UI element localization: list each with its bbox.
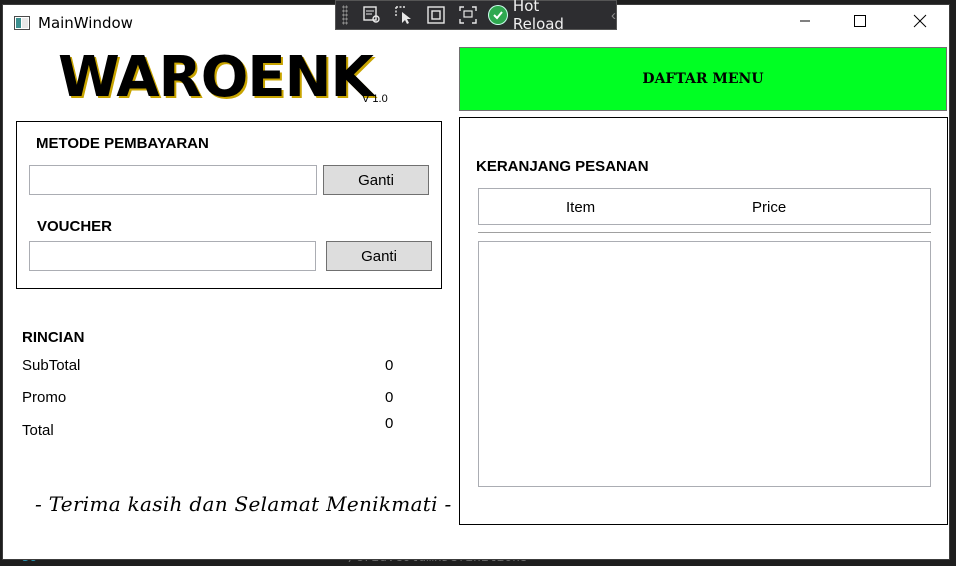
collapse-toolbar-icon[interactable]: ‹ (611, 7, 616, 24)
payment-method-input[interactable] (29, 165, 317, 195)
total-value: 0 (385, 415, 394, 432)
track-focus-icon[interactable] (452, 3, 484, 27)
subtotal-value: 0 (385, 357, 394, 374)
rincian-title: RINCIAN (22, 329, 85, 346)
pointer-select-icon[interactable] (388, 3, 420, 27)
cart-divider (478, 232, 931, 233)
change-payment-button[interactable]: Ganti (323, 165, 429, 195)
display-layout-adorners-icon[interactable] (420, 3, 452, 27)
cart-column-item[interactable]: Item (566, 199, 595, 216)
change-voucher-button[interactable]: Ganti (326, 241, 432, 271)
hot-reload-toolbar: Hot Reload ‹ (335, 0, 617, 33)
version-label: V 1.0 (362, 93, 388, 105)
close-button[interactable] (897, 5, 943, 37)
select-element-icon[interactable] (356, 3, 388, 27)
thank-you-message: - Terima kasih dan Selamat Menikmati - (35, 492, 452, 516)
app-logo: WAROENK (58, 45, 374, 110)
voucher-label: VOUCHER (37, 218, 113, 235)
window-title: MainWindow (38, 14, 133, 32)
cart-title: KERANJANG PESANAN (476, 158, 649, 175)
cart-panel: KERANJANG PESANAN Item Price (459, 117, 948, 525)
hot-reload-status-icon (487, 5, 508, 25)
background-editor-edge (950, 0, 956, 536)
payment-method-label: METODE PEMBAYARAN (36, 135, 209, 152)
cart-column-header: Item Price (478, 188, 931, 225)
close-icon (913, 14, 927, 28)
maximize-icon (854, 15, 866, 27)
minimize-icon (799, 15, 811, 27)
app-icon (14, 16, 30, 30)
cart-column-price[interactable]: Price (752, 199, 786, 216)
payment-panel: METODE PEMBAYARAN Ganti VOUCHER Ganti (16, 121, 442, 289)
main-window: MainWindow WAROENK V 1.0 DAFTAR MENU MET… (2, 4, 950, 560)
total-label: Total (22, 422, 54, 439)
toolbar-grip-icon[interactable] (342, 5, 348, 25)
subtotal-label: SubTotal (22, 357, 81, 374)
hot-reload-label[interactable]: Hot Reload (513, 0, 595, 33)
maximize-button[interactable] (837, 5, 883, 37)
cart-item-list[interactable] (478, 241, 931, 487)
daftar-menu-button[interactable]: DAFTAR MENU (459, 47, 947, 111)
voucher-input[interactable] (29, 241, 316, 271)
minimize-button[interactable] (782, 5, 828, 37)
promo-value: 0 (385, 389, 394, 406)
promo-label: Promo (22, 389, 67, 406)
